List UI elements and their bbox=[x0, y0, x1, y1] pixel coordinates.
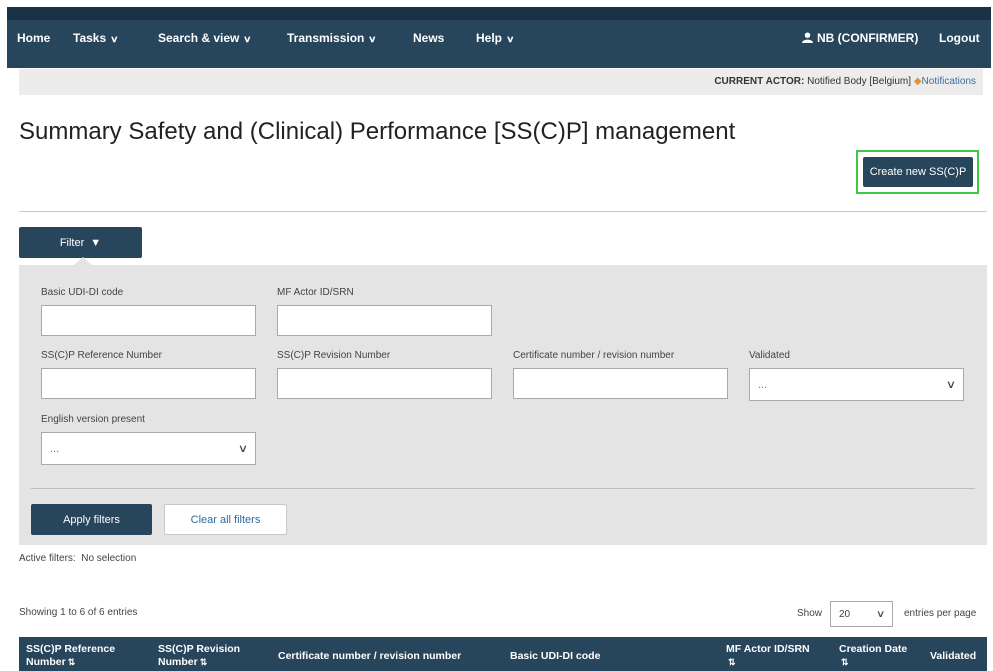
nav-tasks-label: Tasks bbox=[73, 31, 107, 45]
chevron-down-icon: ∨ bbox=[243, 34, 252, 44]
column-header-line: Certificate number / revision number bbox=[278, 650, 462, 662]
navbar-accent-strip bbox=[7, 7, 991, 20]
create-new-sscp-button[interactable]: Create new SS(C)P bbox=[863, 157, 973, 187]
active-filters-status: Active filters: No selection bbox=[19, 553, 136, 564]
active-filters-value: No selection bbox=[81, 553, 137, 564]
certificate-input[interactable] bbox=[513, 368, 728, 399]
funnel-icon: ▼ bbox=[90, 236, 102, 249]
current-actor-label: CURRENT ACTOR: bbox=[714, 76, 805, 87]
sort-icon: ⇅ bbox=[67, 657, 76, 667]
filter-toggle-button[interactable]: Filter ▼ bbox=[19, 227, 142, 258]
chevron-down-icon: ∨ bbox=[237, 443, 249, 455]
column-header-creation-date[interactable]: Creation Date ⇅ bbox=[839, 643, 907, 669]
section-divider bbox=[19, 211, 987, 212]
page-size-label: Show bbox=[797, 608, 823, 619]
sscp-revision-input[interactable] bbox=[277, 368, 492, 399]
notifications-link[interactable]: Notifications bbox=[922, 76, 976, 87]
chevron-down-icon: ∨ bbox=[506, 34, 515, 44]
clear-all-filters-button[interactable]: Clear all filters bbox=[164, 504, 287, 535]
page-title: Summary Safety and (Clinical) Performanc… bbox=[19, 118, 736, 145]
validated-select[interactable]: ... ∨ bbox=[749, 368, 964, 401]
mf-actor-label: MF Actor ID/SRN bbox=[277, 287, 354, 298]
column-header-line: MF Actor ID/SRN bbox=[726, 643, 810, 655]
column-header-sscp-revision[interactable]: SS(C)P Revision Number ⇅ bbox=[158, 643, 240, 669]
filter-panel-divider bbox=[31, 488, 975, 489]
filter-panel-pointer bbox=[74, 257, 92, 265]
chevron-down-icon: ∨ bbox=[875, 608, 886, 620]
nav-news[interactable]: News bbox=[413, 31, 444, 45]
nav-transmission[interactable]: Transmission ∨ bbox=[287, 31, 377, 45]
chevron-down-icon: ∨ bbox=[368, 34, 377, 44]
column-header-basic-udi[interactable]: Basic UDI-DI code bbox=[510, 650, 600, 663]
nav-search-view[interactable]: Search & view ∨ bbox=[158, 31, 252, 45]
page-size-value: 20 bbox=[839, 608, 851, 620]
column-header-line: Basic UDI-DI code bbox=[510, 650, 601, 662]
sscp-revision-label: SS(C)P Revision Number bbox=[277, 350, 391, 361]
filter-toggle-label: Filter bbox=[59, 236, 85, 249]
column-header-line: SS(C)P Reference bbox=[26, 643, 116, 655]
nav-tasks[interactable]: Tasks ∨ bbox=[73, 31, 119, 45]
nav-search-view-label: Search & view bbox=[158, 31, 240, 45]
english-version-select-value: ... bbox=[50, 442, 60, 455]
bell-icon: ◆ bbox=[913, 76, 922, 87]
nav-transmission-label: Transmission bbox=[287, 31, 365, 45]
column-header-line: Creation Date bbox=[839, 643, 908, 655]
per-page-label: entries per page bbox=[904, 608, 977, 619]
english-version-label: English version present bbox=[41, 414, 145, 425]
active-filters-label: Active filters: bbox=[19, 553, 76, 564]
nav-help-label: Help bbox=[476, 31, 503, 45]
mf-actor-input[interactable] bbox=[277, 305, 492, 336]
english-version-select[interactable]: ... ∨ bbox=[41, 432, 256, 465]
page-size-select[interactable]: 20 ∨ bbox=[830, 601, 893, 627]
column-header-sscp-reference[interactable]: SS(C)P Reference Number ⇅ bbox=[26, 643, 115, 669]
column-header-validated[interactable]: Validated bbox=[930, 650, 976, 663]
validated-label: Validated bbox=[749, 350, 790, 361]
column-header-line: SS(C)P Revision bbox=[158, 643, 241, 655]
basic-udi-input[interactable] bbox=[41, 305, 256, 336]
validated-select-value: ... bbox=[758, 378, 768, 391]
chevron-down-icon: ∨ bbox=[110, 34, 119, 44]
apply-filters-button[interactable]: Apply filters bbox=[31, 504, 152, 535]
basic-udi-label: Basic UDI-DI code bbox=[41, 287, 124, 298]
sscp-reference-label: SS(C)P Reference Number bbox=[41, 350, 162, 361]
results-table-header: SS(C)P Reference Number ⇅ SS(C)P Revision… bbox=[19, 637, 987, 671]
column-header-mf-actor[interactable]: MF Actor ID/SRN ⇅ bbox=[726, 643, 810, 669]
nav-home[interactable]: Home bbox=[17, 31, 50, 45]
sscp-reference-input[interactable] bbox=[41, 368, 256, 399]
column-header-certificate[interactable]: Certificate number / revision number bbox=[278, 650, 461, 663]
filter-panel: Basic UDI-DI code MF Actor ID/SRN SS(C)P… bbox=[19, 265, 987, 545]
user-icon bbox=[802, 32, 813, 43]
current-actor-bar: CURRENT ACTOR: Notified Body [Belgium] ◆… bbox=[19, 69, 983, 95]
entries-count: Showing 1 to 6 of 6 entries bbox=[19, 607, 138, 618]
nav-user-label: NB (CONFIRMER) bbox=[817, 31, 919, 45]
nav-help[interactable]: Help ∨ bbox=[476, 31, 515, 45]
sort-icon: ⇅ bbox=[841, 657, 849, 667]
nav-user-menu[interactable]: NB (CONFIRMER) bbox=[802, 31, 918, 45]
sort-icon: ⇅ bbox=[728, 657, 736, 667]
certificate-label: Certificate number / revision number bbox=[513, 350, 675, 361]
column-header-line: Number bbox=[26, 656, 66, 668]
current-actor-value: Notified Body [Belgium] bbox=[807, 76, 912, 87]
top-navbar: Home Tasks ∨ Search & view ∨ Transmission ∨… bbox=[7, 7, 991, 68]
sort-icon: ⇅ bbox=[199, 657, 208, 667]
column-header-line: Number bbox=[158, 656, 198, 668]
nav-logout[interactable]: Logout bbox=[939, 31, 980, 45]
column-header-line: Validated bbox=[930, 650, 977, 662]
chevron-down-icon: ∨ bbox=[945, 379, 957, 391]
